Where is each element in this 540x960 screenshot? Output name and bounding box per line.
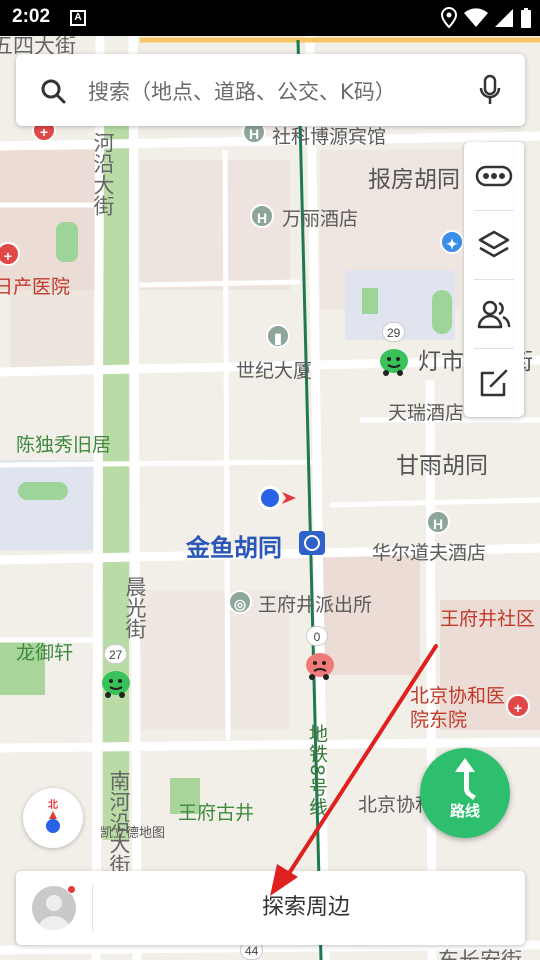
label-wanli-hotel: 万丽酒店 [282,208,359,230]
notification-dot [67,885,76,894]
label-baofang-hutong: 报房胡同 [368,167,460,193]
wifi-icon [464,8,488,27]
label-community: 王府井社区 [440,608,536,630]
label-ganyu-hutong: 甘雨胡同 [396,453,488,479]
route-arrow-icon [455,758,476,800]
layers-button[interactable] [464,211,524,279]
layers-icon [478,230,510,258]
compass-icon [46,811,60,833]
status-icons [440,6,532,30]
label-hotel-top: 社科博源宾馆 [272,126,387,148]
label-kailide-map: 凯立德地图 [100,826,166,841]
hotel-poi-icon[interactable]: H [426,510,450,534]
location-icon [440,7,458,29]
label-chenguang-street: 晨光街 [123,576,147,639]
traffic-count-badge: 29 [382,322,406,342]
search-bar[interactable]: 搜索（地点、道路、公交、K码） [16,54,525,126]
label-heyan-avenue: 河沿大街 [91,132,115,216]
feedback-button[interactable] [464,349,524,417]
status-bar: 2:02 A [0,0,540,36]
battery-icon [521,8,531,28]
compass-button[interactable]: 北 [23,788,83,848]
label-century-building: 世纪大厦 [236,360,313,382]
route-button[interactable]: 路线 [420,748,510,838]
label-dongchang-avenue: 东长安街 [438,948,522,960]
explore-nearby-button[interactable]: 探索周边 [106,871,506,945]
bottom-bar: 探索周边 [16,871,525,945]
label-jinyu-hutong-station[interactable]: 金鱼胡同 [186,528,282,563]
hotel-poi-icon[interactable]: H [250,204,274,228]
traffic-event-icon[interactable] [100,668,132,698]
traffic-event-icon[interactable] [378,346,410,376]
friends-button[interactable] [464,280,524,348]
traffic-count-badge: 0 [306,626,328,646]
status-time: 2:02 [12,6,51,27]
signal-icon [495,9,513,27]
label-xiehe-east: 北京协和医院东院 [410,685,506,731]
a-notification-icon: A [70,10,86,26]
feedback-icon [480,369,508,397]
label-metro-line-8: 地铁8号线 [306,724,328,818]
label-huaerdao-hotel: 华尔道夫酒店 [372,542,487,564]
label-wangfu-gujing: 王府古井 [178,802,255,824]
hospital-poi-icon[interactable]: + [506,694,530,718]
microphone-icon[interactable] [479,74,501,106]
friends-icon [477,300,511,329]
traffic-icon [475,165,513,187]
park-poi-icon[interactable]: ✦ [440,230,464,254]
traffic-count-badge: 27 [104,644,128,664]
label-police-station: 王府井派出所 [258,594,373,616]
label-hospital-left: 日产医院 [0,276,71,298]
label-tianrui-hotel: 天瑞酒店 [388,402,465,424]
label-chen-duxiu: 陈独秀旧居 [16,434,112,456]
traffic-button[interactable] [464,142,524,210]
building-poi-icon[interactable]: ▮ [266,324,290,348]
traffic-event-icon[interactable] [304,650,336,680]
route-button-label: 路线 [449,802,480,820]
police-poi-icon[interactable]: ◎ [228,590,252,614]
map-toolbar [464,142,524,417]
search-input[interactable]: 搜索（地点、道路、公交、K码） [88,76,396,106]
bottom-divider [92,885,93,931]
label-longyu-xuan: 龙御轩 [16,642,74,664]
search-icon[interactable] [40,78,66,104]
